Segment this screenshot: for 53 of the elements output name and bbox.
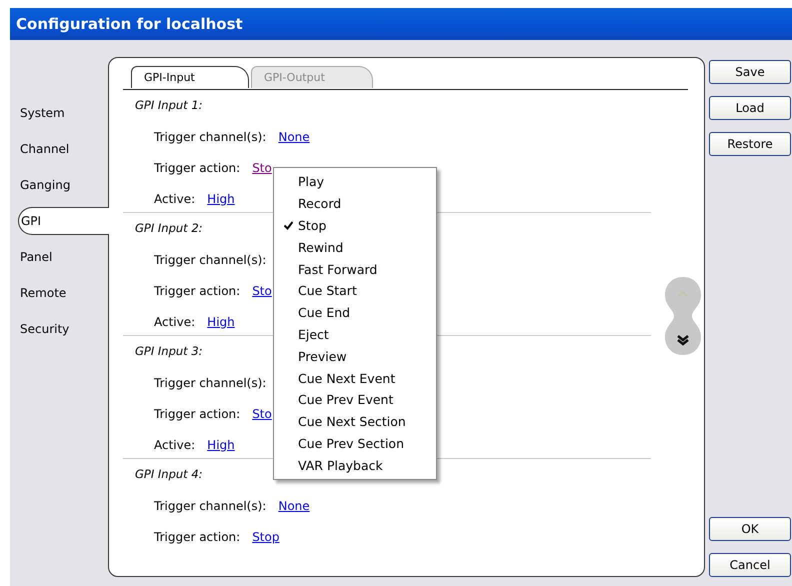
sidebar-item[interactable]: Ganging [10,171,109,199]
action-button[interactable]: Save [709,60,791,84]
menu-item[interactable]: Cue Start [274,280,436,302]
dialog-button[interactable]: Cancel [709,553,791,577]
value-link[interactable]: Sto [252,284,272,298]
field-label: Active: [154,192,196,206]
menu-item[interactable]: Eject [274,324,436,346]
scroll-control-drawing[interactable] [664,276,702,356]
section-title: GPI Input 2: [135,221,203,235]
field-label: Active: [154,314,196,328]
menu-item[interactable]: Cue Next Section [274,410,436,433]
menu-item[interactable]: Cue Next Event [274,367,436,389]
value-link[interactable]: Stop [252,530,280,544]
sidebar-item[interactable]: Remote [10,279,109,307]
menu-item[interactable]: Fast Forward [274,258,436,280]
sidebar-item[interactable]: Security [10,315,109,343]
field-label: Trigger channel(s): [154,498,266,512]
value-link[interactable]: High [207,438,235,452]
action-button[interactable]: Restore [709,132,791,156]
field-label: Active: [154,438,196,452]
section-title: GPI Input 4: [135,467,203,481]
section-title: GPI Input 3: [135,344,203,358]
tab[interactable]: GPI-Input [131,66,249,88]
menu-item[interactable]: Cue Prev Section [274,432,436,454]
menu-item[interactable]: Record [274,192,436,215]
menu-item[interactable]: Cue Prev Event [274,388,436,411]
field-label: Trigger action: [154,530,240,544]
field-label: Trigger action: [154,406,240,420]
value-link[interactable]: None [278,130,310,144]
field-label: Trigger channel(s): [154,376,266,390]
menu-item[interactable]: VAR Playback [274,454,436,476]
sidebar-item[interactable]: System [10,99,109,127]
value-link[interactable]: High [207,314,235,328]
field-label: Trigger channel(s): [154,252,266,266]
value-link[interactable]: High [207,192,235,206]
sidebar-item[interactable]: GPI [18,207,109,235]
value-link[interactable]: Sto [252,406,272,420]
action-button[interactable]: Load [709,96,791,120]
menu-item[interactable]: Preview [274,345,436,368]
dialog-button[interactable]: OK [709,517,791,541]
menu-item[interactable]: Cue End [274,302,436,324]
menu-item[interactable]: Stop [274,214,436,236]
sidebar-item[interactable]: Channel [10,135,109,163]
field-label: Trigger action: [154,284,240,298]
section-title: GPI Input 1: [135,98,203,112]
menu-item[interactable]: Play [274,171,436,193]
field-label: Trigger action: [154,160,240,174]
value-link[interactable]: Sto [252,160,272,174]
value-link[interactable]: None [278,498,310,512]
sidebar-item[interactable]: Panel [10,243,109,271]
field-label: Trigger channel(s): [154,130,266,144]
menu-item[interactable]: Rewind [274,236,436,258]
window-title: Configuration for localhost [16,15,243,33]
